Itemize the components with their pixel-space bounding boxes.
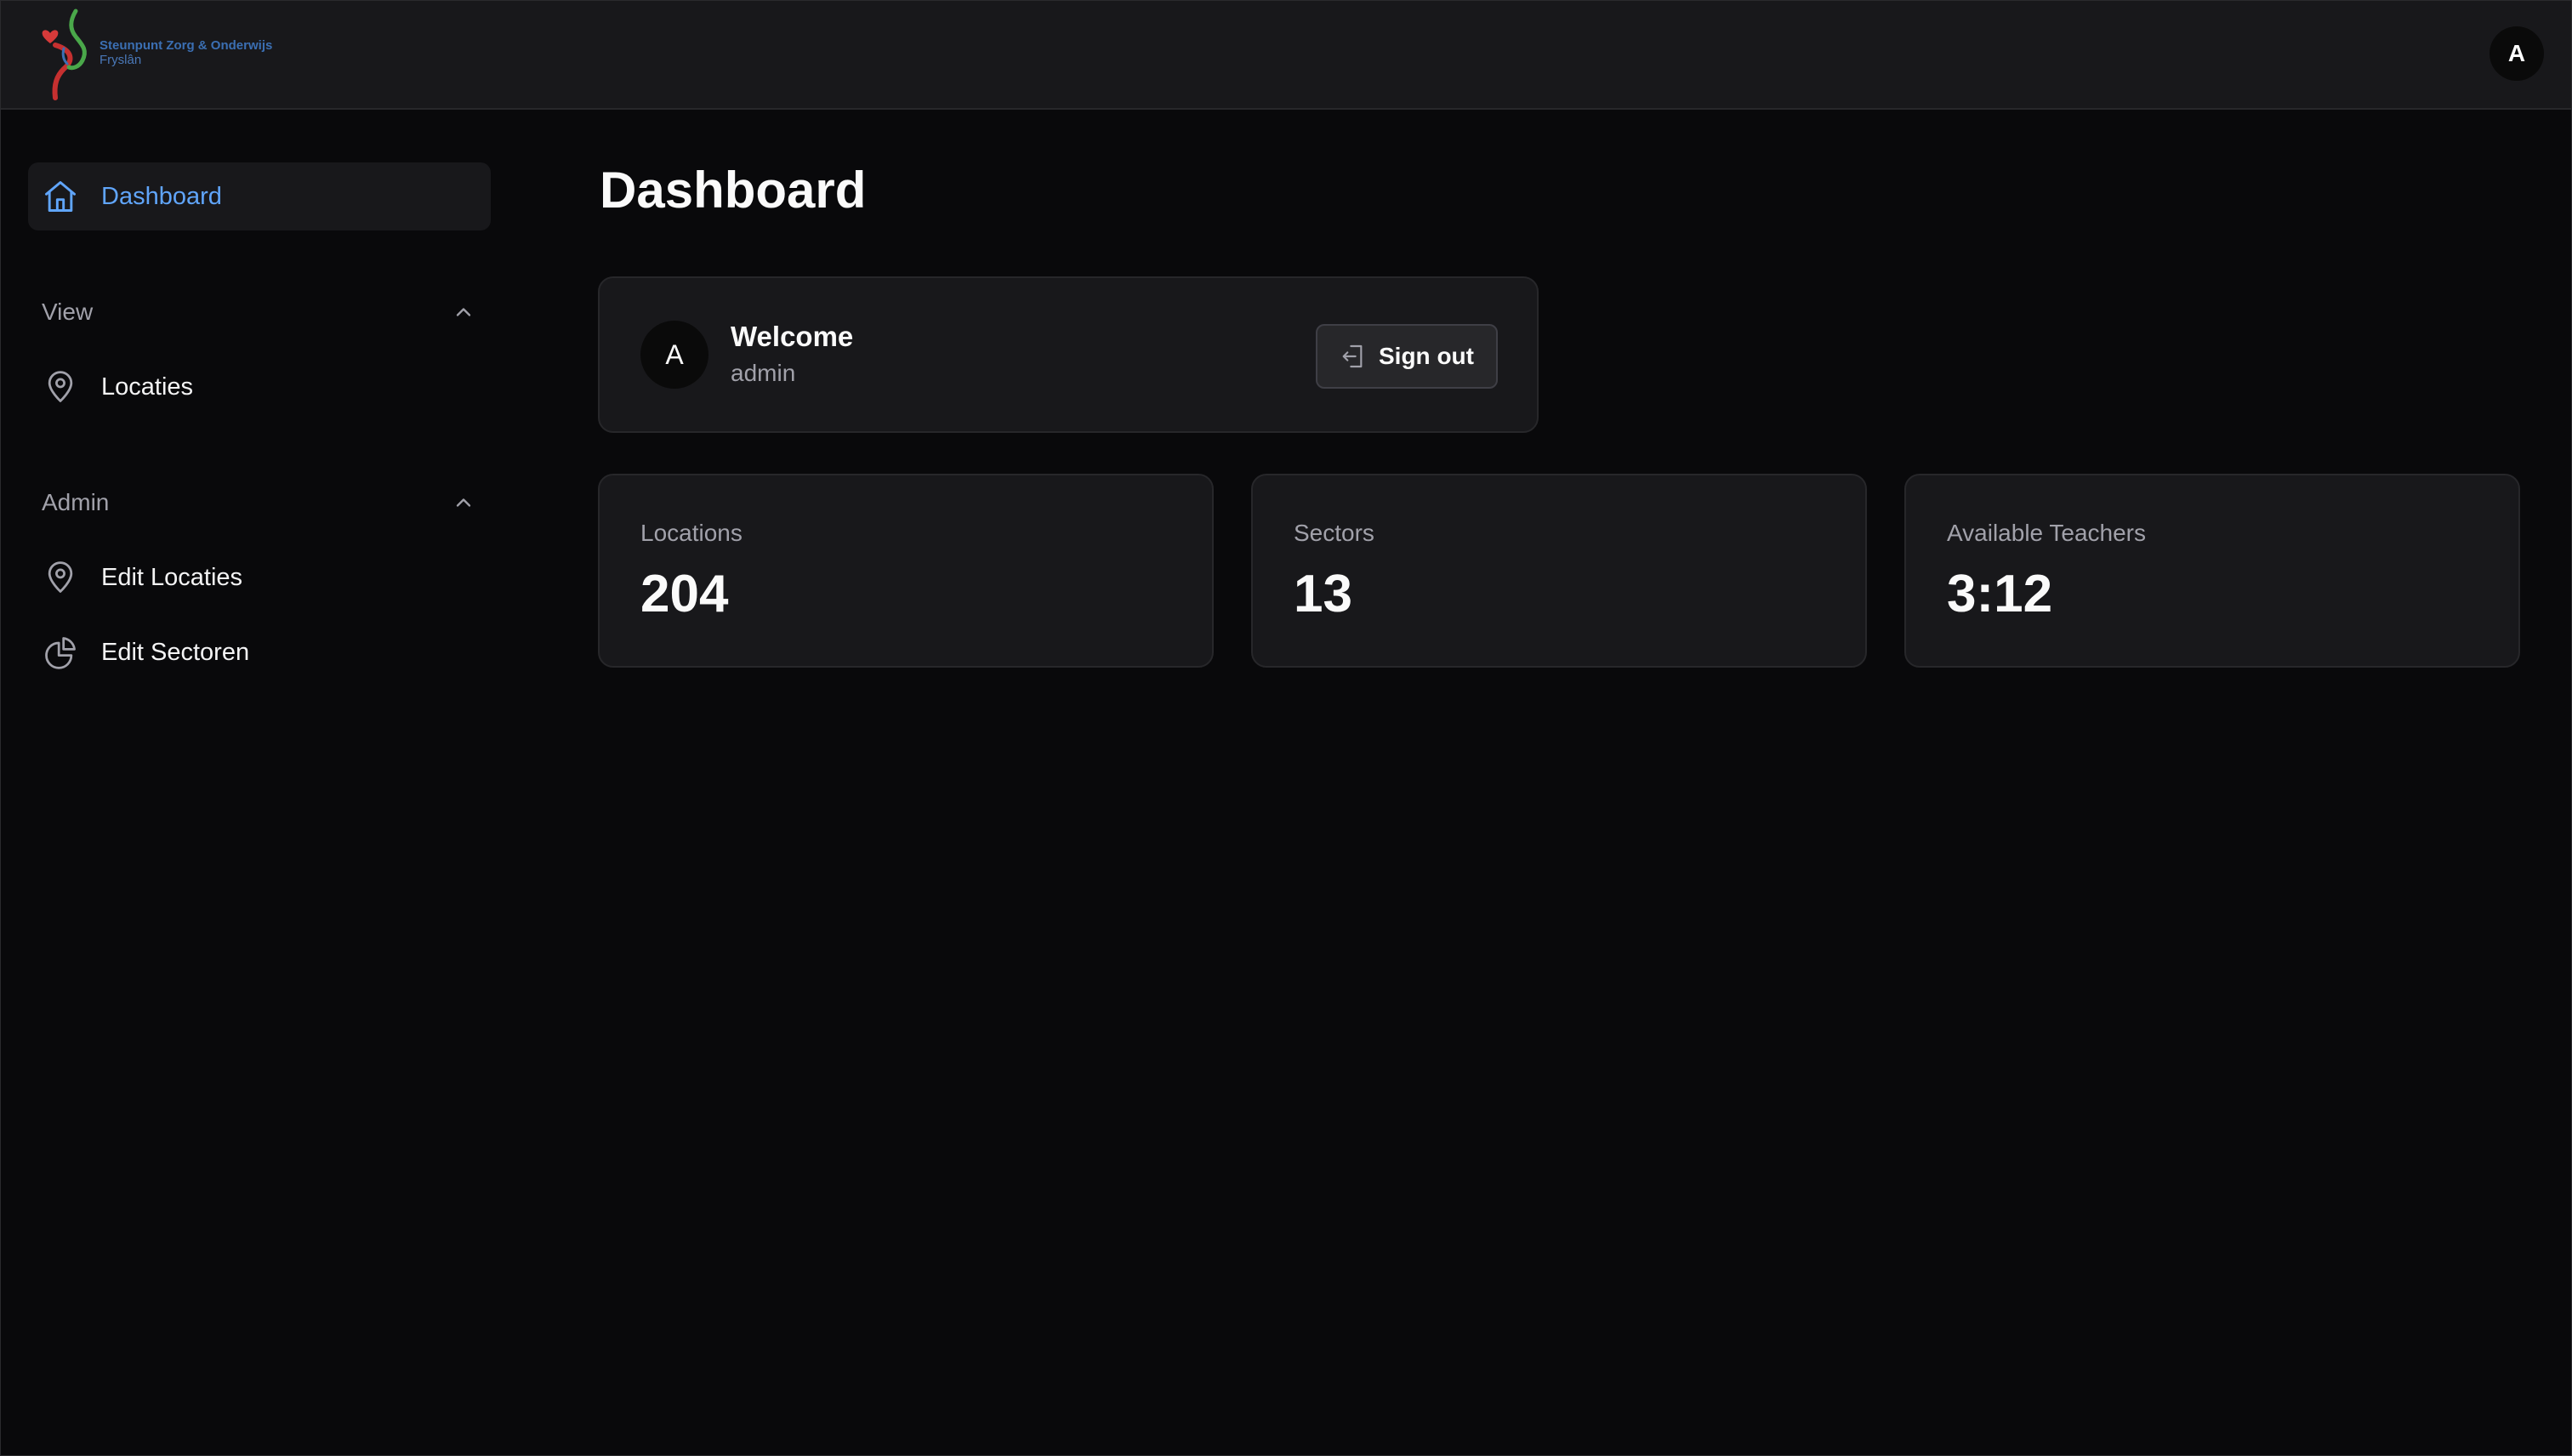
section-title-admin: Admin [42,489,110,515]
top-bar: Steunpunt Zorg & Onderwijs Fryslân A [1,1,2571,110]
chevron-up-icon [456,308,471,316]
sidebar-item-edit-locaties[interactable]: Edit Locaties [28,547,491,608]
stat-label: Sectors [1294,520,1374,546]
stat-value: 3:12 [1947,565,2053,623]
welcome-card: A Welcome admin Sign out [598,276,1539,433]
stat-card-sectors: Sectors 13 [1251,474,1867,668]
stat-value: 204 [640,565,729,623]
sidebar-item-locaties[interactable]: Locaties [28,356,491,418]
pie-chart-icon [45,637,76,669]
user-avatar[interactable]: A [2489,26,2544,81]
stat-card-available-teachers: Available Teachers 3:12 [1904,474,2520,668]
home-icon [45,181,76,212]
sidebar-item-edit-sectoren[interactable]: Edit Sectoren [28,622,491,683]
section-admin-toggle[interactable]: Admin [42,486,475,520]
welcome-username: admin [731,360,796,386]
sign-out-label: Sign out [1379,343,1474,369]
welcome-title: Welcome [731,321,854,352]
avatar: A [640,321,708,389]
sidebar: Dashboard View Locaties Admin Edit Locat… [1,110,511,1455]
sidebar-item-label: Edit Locaties [101,563,243,591]
logo-mark-icon [42,9,87,100]
sidebar-item-dashboard[interactable]: Dashboard [28,162,491,230]
logo-line-1: Steunpunt Zorg & Onderwijs [100,38,273,53]
logo[interactable]: Steunpunt Zorg & Onderwijs Fryslân [38,8,293,101]
sidebar-item-label: Edit Sectoren [101,638,250,666]
logo-text: Steunpunt Zorg & Onderwijs Fryslân [100,38,272,67]
section-title-view: View [42,299,94,325]
chevron-up-icon [456,498,471,507]
page-title: Dashboard [600,162,867,219]
app-window: Steunpunt Zorg & Onderwijs Fryslân A Das… [0,0,2572,1456]
sign-out-button[interactable]: Sign out [1316,324,1498,389]
section-view-toggle[interactable]: View [42,295,475,329]
sidebar-item-label: Dashboard [101,182,222,210]
stat-label: Locations [640,520,743,546]
logo-line-2: Fryslân [100,53,142,67]
stat-label: Available Teachers [1947,520,2147,546]
stat-value: 13 [1294,565,1352,623]
map-pin-icon [48,371,73,402]
log-out-icon [1342,344,1363,368]
stat-card-locations: Locations 204 [598,474,1214,668]
sidebar-item-label: Locaties [101,373,194,401]
map-pin-icon [48,561,73,593]
